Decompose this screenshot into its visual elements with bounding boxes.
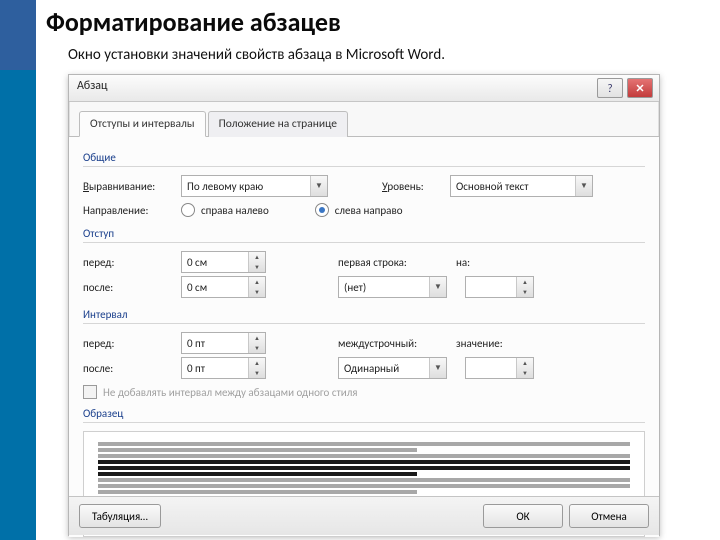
dialog-titlebar: Абзац ?	[69, 75, 659, 102]
separator	[83, 323, 645, 324]
direction-ltr-radio[interactable]	[315, 203, 329, 217]
separator	[83, 422, 645, 423]
close-button[interactable]	[627, 78, 653, 98]
separator	[83, 242, 645, 243]
value-label: значение:	[456, 337, 514, 350]
dialog-body: Отступы и интервалы Положение на страниц…	[69, 102, 659, 537]
group-preview-label: Образец	[83, 407, 645, 420]
spinner-icon: ▲▼	[516, 358, 533, 378]
rtl-label: справа налево	[201, 204, 269, 217]
tabs-button[interactable]: Табуляция…	[79, 504, 161, 528]
firstline-combo[interactable]: (нет)▼	[338, 276, 447, 298]
paragraph-dialog: Абзац ? Отступы и интервалы Положение на…	[68, 74, 660, 536]
linespacing-combo[interactable]: Одинарный▼	[338, 357, 447, 379]
ok-button[interactable]: ОК	[483, 504, 563, 528]
spacing-before-label: перед:	[83, 337, 175, 350]
indent-before-spin[interactable]: 0 см▲▼	[181, 251, 266, 273]
tabs: Отступы и интервалы Положение на страниц…	[69, 102, 659, 137]
spacing-after-label: после:	[83, 362, 175, 375]
group-general-label: Общие	[83, 151, 645, 164]
separator	[83, 166, 645, 167]
alignment-label: Выравнивание:	[83, 180, 175, 193]
spinner-icon: ▲▼	[248, 333, 265, 353]
nospace-label: Не добавлять интервал между абзацами одн…	[103, 386, 358, 399]
group-indent-label: Отступ	[83, 227, 645, 240]
group-spacing-label: Интервал	[83, 308, 645, 321]
indent-before-label: перед:	[83, 256, 175, 269]
indent-after-label: после:	[83, 281, 175, 294]
close-icon	[635, 83, 645, 93]
tab-pageposition[interactable]: Положение на странице	[208, 111, 348, 137]
chevron-down-icon: ▼	[429, 277, 446, 297]
direction-label: Направление:	[83, 204, 175, 217]
chevron-down-icon: ▼	[575, 176, 592, 196]
linespacing-at-spin[interactable]: ▲▼	[465, 357, 534, 379]
help-button[interactable]: ?	[597, 78, 623, 98]
firstline-label: первая строка:	[338, 256, 450, 269]
spacing-before-spin[interactable]: 0 пт▲▼	[181, 332, 266, 354]
firstline-by-spin[interactable]: ▲▼	[465, 276, 534, 298]
tab-indents[interactable]: Отступы и интервалы	[79, 111, 206, 137]
tab-pane: Общие Выравнивание: По левому краю▼ Уров…	[69, 137, 659, 537]
linespacing-label: междустрочный:	[338, 337, 450, 350]
nospace-checkbox[interactable]	[83, 385, 97, 399]
level-label: Уровень:	[382, 180, 444, 193]
page-subtitle: Окно установки значений свойств абзаца в…	[68, 46, 445, 64]
slide-sidebar	[0, 0, 36, 540]
spinner-icon: ▲▼	[248, 277, 265, 297]
page-title: Форматирование абзацев	[46, 6, 341, 38]
slide: Форматирование абзацев Окно установки зн…	[0, 0, 720, 540]
by-label: на:	[456, 256, 502, 269]
spinner-icon: ▲▼	[516, 277, 533, 297]
spinner-icon: ▲▼	[248, 252, 265, 272]
spinner-icon: ▲▼	[248, 358, 265, 378]
indent-after-spin[interactable]: 0 см▲▼	[181, 276, 266, 298]
dialog-footer: Табуляция… ОК Отмена	[69, 496, 659, 535]
cancel-button[interactable]: Отмена	[569, 504, 649, 528]
alignment-combo[interactable]: По левому краю▼	[181, 175, 328, 197]
direction-rtl-radio[interactable]	[181, 203, 195, 217]
chevron-down-icon: ▼	[429, 358, 446, 378]
spacing-after-spin[interactable]: 0 пт▲▼	[181, 357, 266, 379]
dialog-title: Абзац	[77, 79, 108, 93]
sidebar-accent	[0, 0, 36, 70]
level-combo[interactable]: Основной текст▼	[450, 175, 593, 197]
ltr-label: слева направо	[335, 204, 403, 217]
chevron-down-icon: ▼	[310, 176, 327, 196]
